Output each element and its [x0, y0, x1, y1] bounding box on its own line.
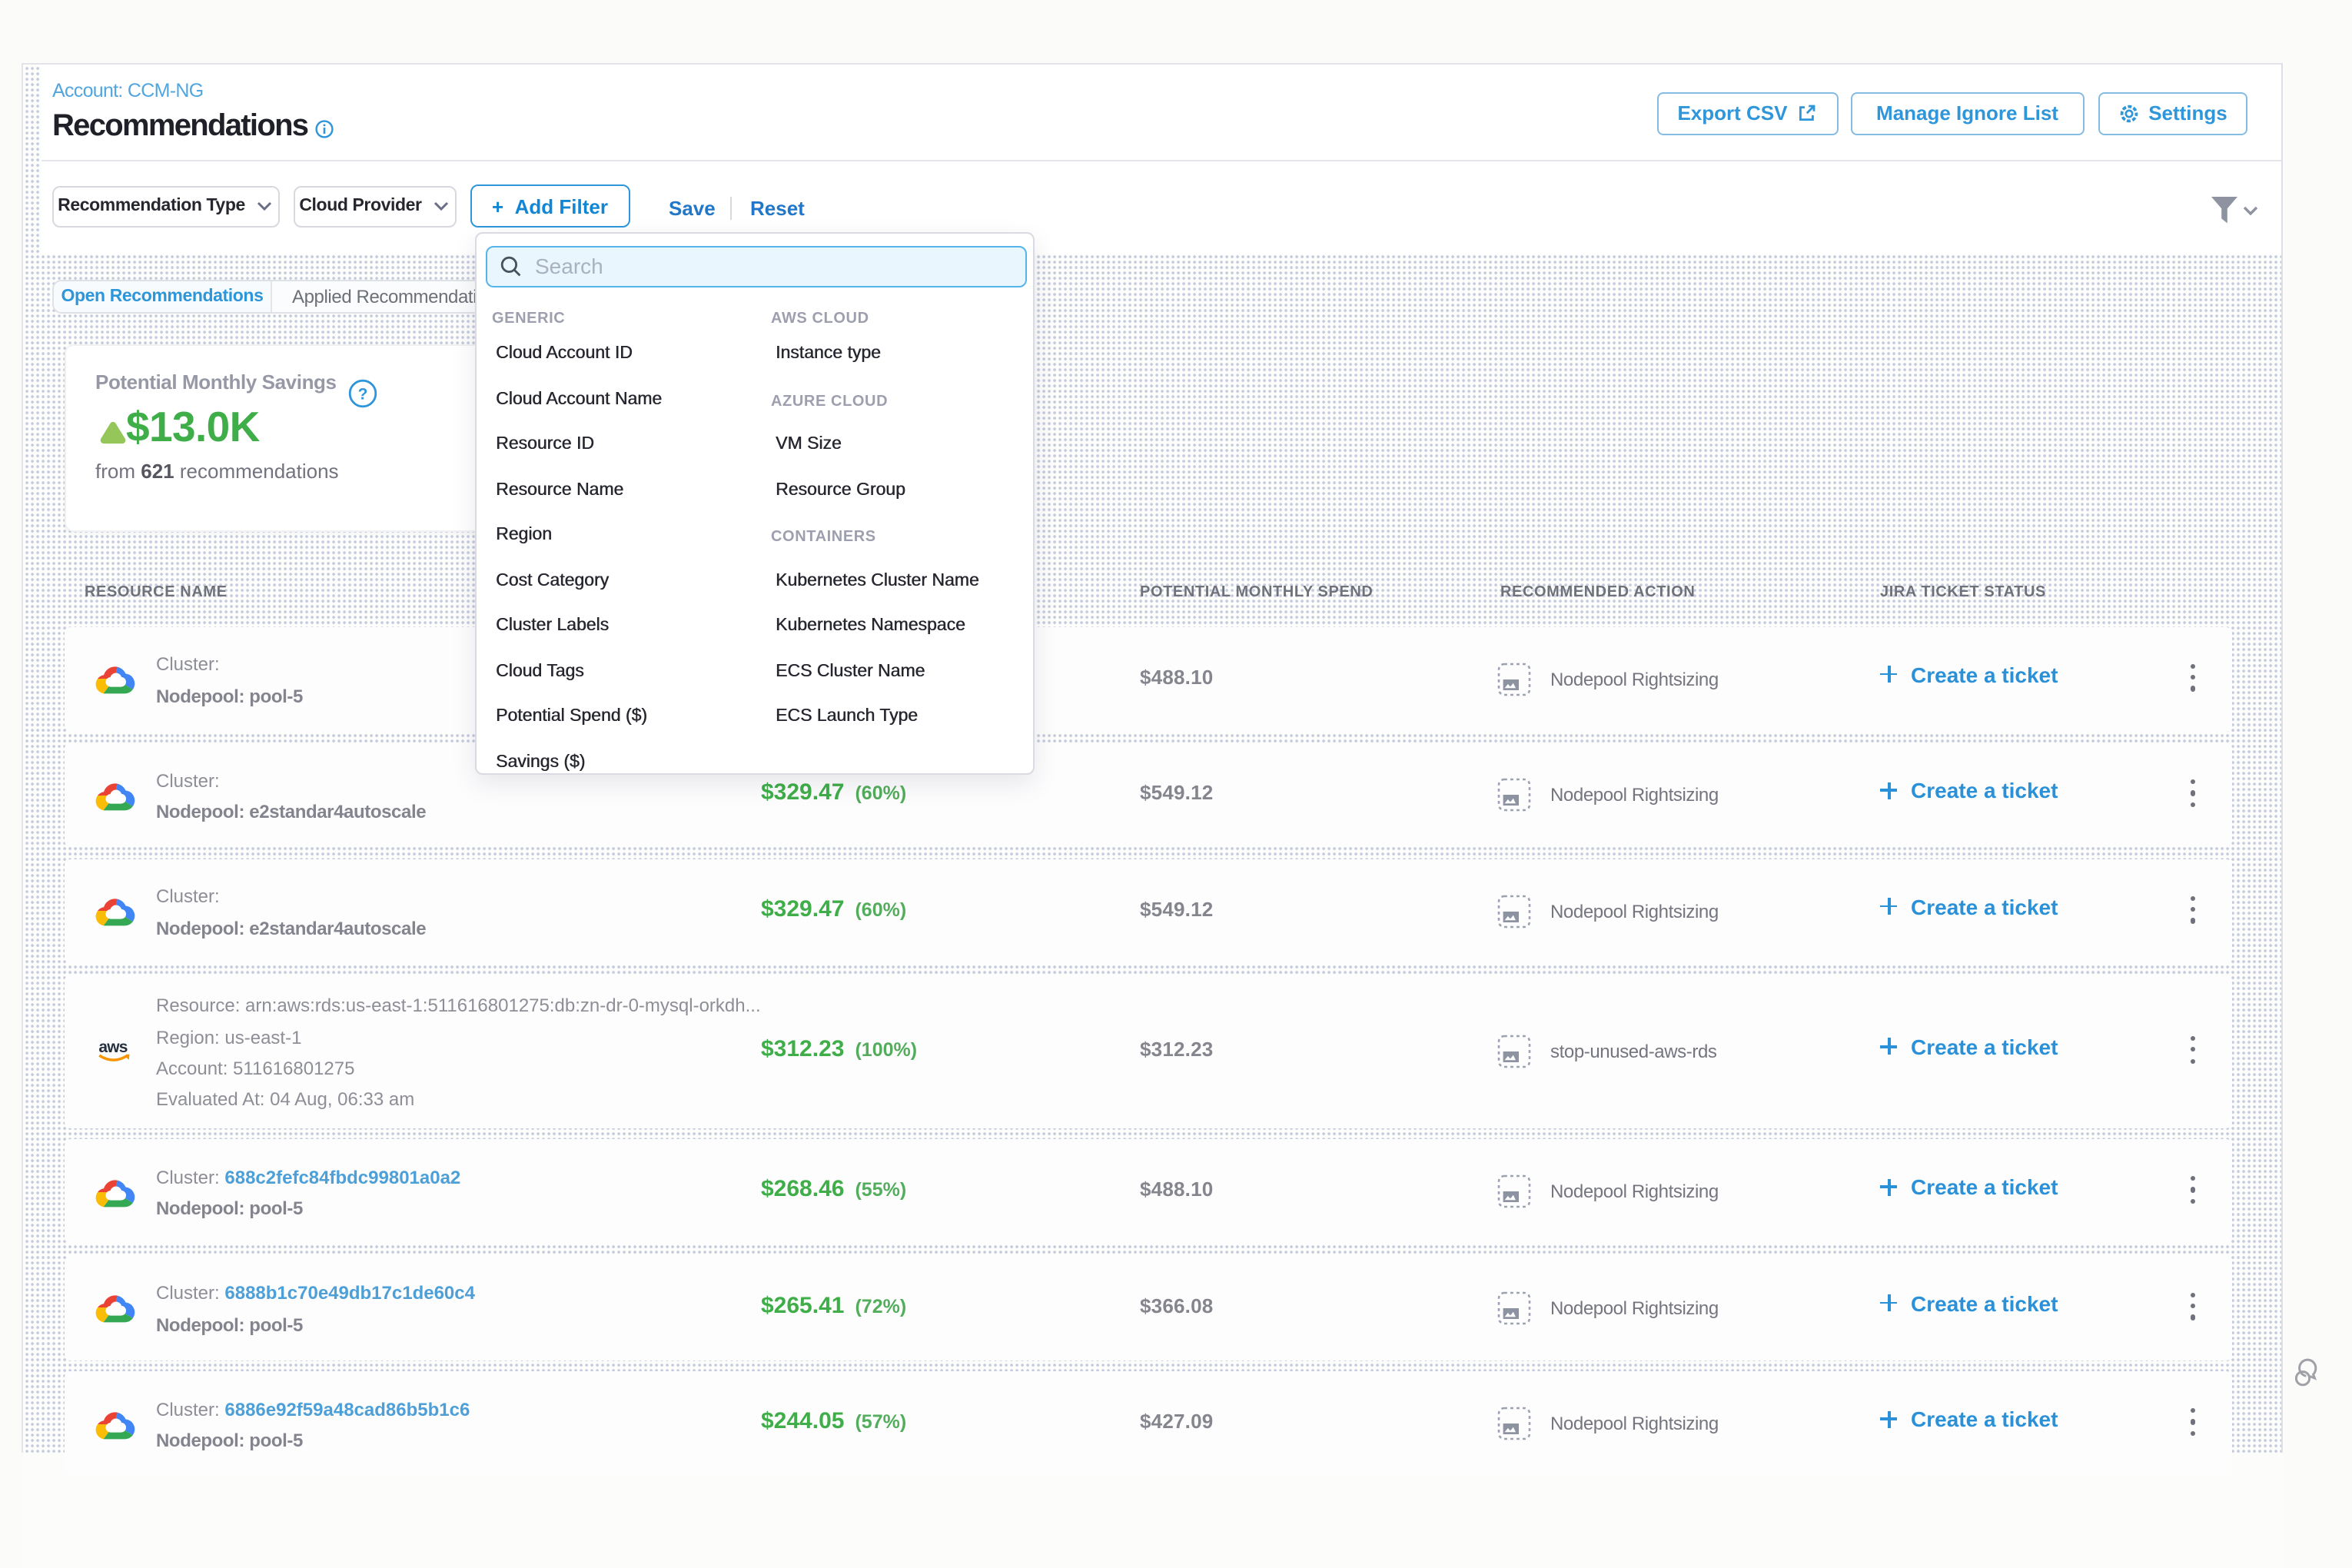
svg-text:?: ? [357, 385, 367, 403]
svg-text:aws: aws [98, 1038, 127, 1056]
